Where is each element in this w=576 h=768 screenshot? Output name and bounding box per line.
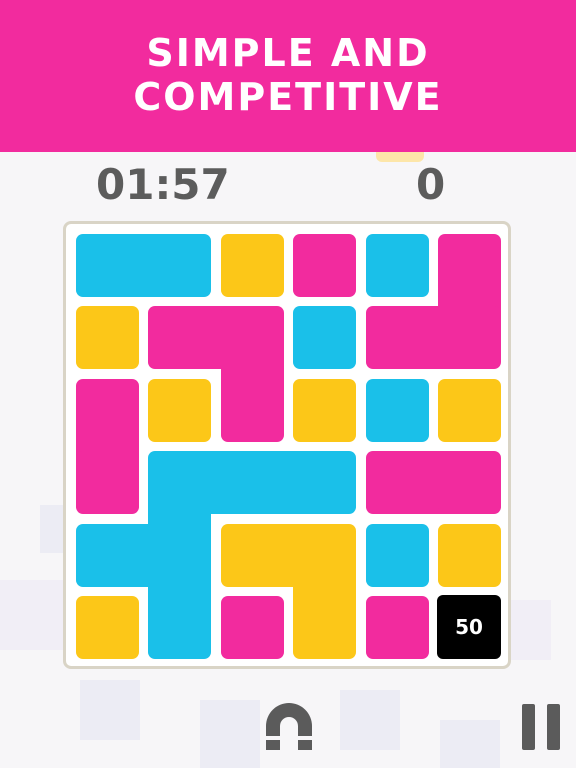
block-pink[interactable] bbox=[220, 306, 284, 370]
block-pink[interactable] bbox=[365, 596, 429, 659]
block-blue[interactable] bbox=[148, 596, 212, 659]
block-pink[interactable] bbox=[365, 451, 429, 515]
block-pink[interactable] bbox=[438, 306, 501, 370]
block-blue[interactable] bbox=[76, 523, 139, 587]
block-yellow[interactable] bbox=[438, 523, 501, 587]
magnet-icon[interactable] bbox=[262, 700, 316, 750]
block-yellow[interactable] bbox=[293, 523, 357, 587]
block-yellow[interactable] bbox=[76, 306, 139, 370]
block-blue[interactable] bbox=[76, 234, 139, 297]
bonus-tile[interactable]: 50 bbox=[437, 595, 501, 659]
block-blue[interactable] bbox=[148, 234, 212, 297]
block-pink[interactable] bbox=[148, 306, 212, 370]
block-pink[interactable] bbox=[76, 451, 139, 515]
block-pink[interactable] bbox=[438, 451, 501, 515]
block-blue[interactable] bbox=[293, 451, 357, 515]
block-yellow[interactable] bbox=[293, 596, 357, 659]
block-connector bbox=[132, 523, 156, 587]
block-pink[interactable] bbox=[365, 306, 429, 370]
block-pink[interactable] bbox=[438, 234, 501, 297]
block-blue[interactable] bbox=[293, 306, 357, 370]
block-blue[interactable] bbox=[148, 451, 212, 515]
block-blue[interactable] bbox=[220, 451, 284, 515]
bonus-tile-label: 50 bbox=[455, 615, 483, 639]
block-pink[interactable] bbox=[220, 596, 284, 659]
block-yellow[interactable] bbox=[293, 378, 357, 442]
pause-icon[interactable] bbox=[522, 704, 560, 750]
block-connector bbox=[421, 306, 445, 370]
block-yellow[interactable] bbox=[220, 234, 284, 297]
block-blue[interactable] bbox=[365, 378, 429, 442]
block-blue[interactable] bbox=[148, 523, 212, 587]
block-yellow[interactable] bbox=[148, 378, 212, 442]
block-pink[interactable] bbox=[76, 378, 139, 442]
block-yellow[interactable] bbox=[438, 378, 501, 442]
block-blue[interactable] bbox=[365, 523, 429, 587]
block-yellow[interactable] bbox=[220, 523, 284, 587]
block-pink[interactable] bbox=[220, 378, 284, 442]
block-blue[interactable] bbox=[365, 234, 429, 297]
block-pink[interactable] bbox=[293, 234, 357, 297]
block-yellow[interactable] bbox=[76, 596, 139, 659]
